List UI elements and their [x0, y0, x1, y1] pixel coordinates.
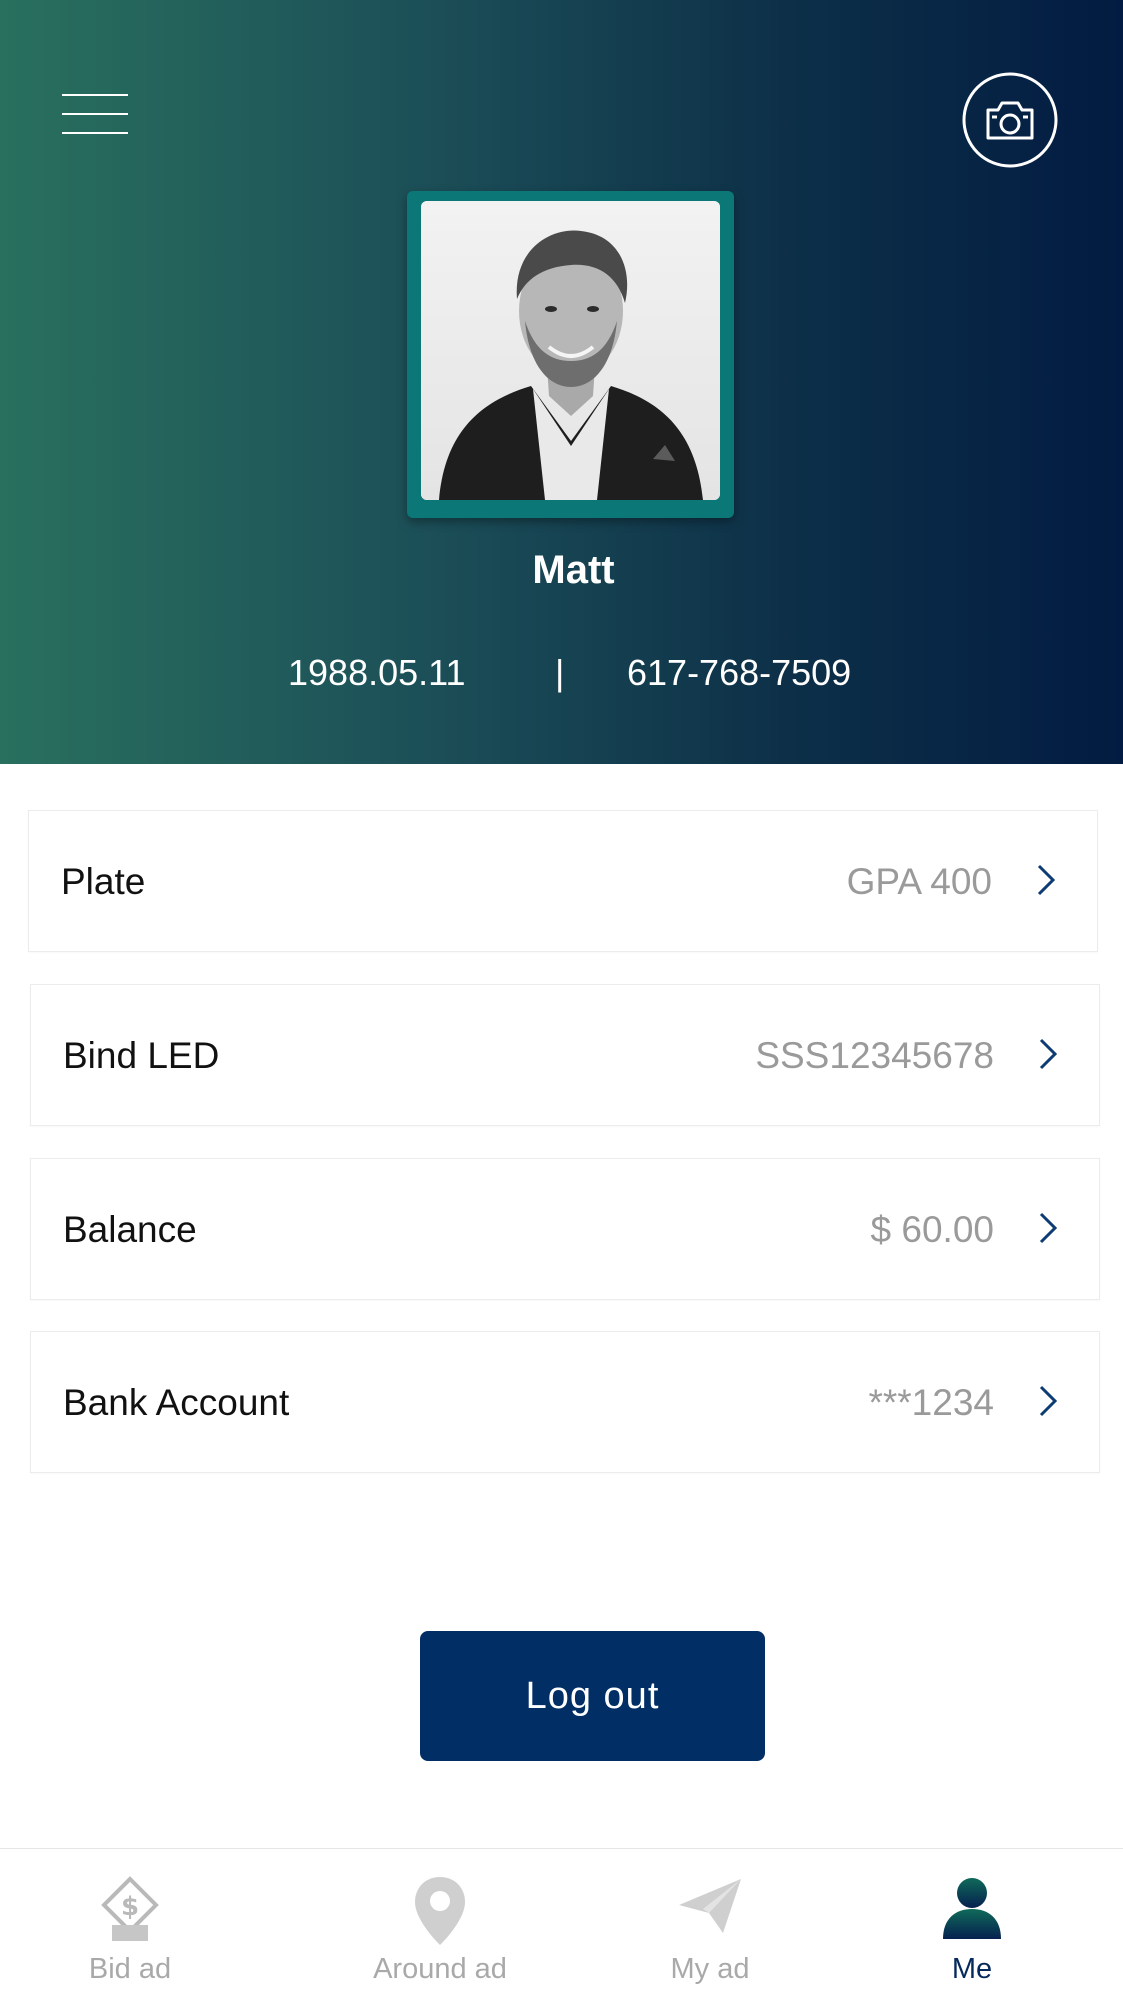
user-name: Matt — [532, 548, 615, 592]
tab-my-ad[interactable]: My ad — [600, 1849, 820, 2000]
tab-bid-ad[interactable]: $ Bid ad — [20, 1849, 240, 2000]
bank-account-row[interactable]: Bank Account ***1234 — [30, 1331, 1100, 1473]
tab-around-ad[interactable]: Around ad — [330, 1849, 550, 2000]
tab-my-ad-label: My ad — [670, 1953, 750, 1985]
birthdate-text: 1988.05.11 — [288, 652, 466, 693]
bank-account-value: ***1234 — [868, 1382, 994, 1423]
paper-plane-icon — [679, 1879, 741, 1933]
location-pin-icon — [415, 1877, 465, 1945]
chevron-right-icon — [1039, 1212, 1058, 1244]
tab-me[interactable]: Me — [862, 1849, 1082, 2000]
camera-icon — [962, 72, 1058, 168]
chevron-right-icon — [1039, 1038, 1058, 1070]
bind-led-row[interactable]: Bind LED SSS12345678 — [30, 984, 1100, 1126]
logout-button[interactable]: Log out — [420, 1631, 765, 1761]
bottom-tab-bar: $ Bid ad Around ad My ad Me — [0, 1848, 1123, 2000]
profile-header: Matt 1988.05.11 | 617-768-7509 — [0, 0, 1123, 764]
tab-me-label: Me — [951, 1953, 993, 1985]
tab-around-ad-label: Around ad — [373, 1953, 507, 1985]
avatar[interactable] — [407, 191, 734, 518]
plate-value: GPA 400 — [846, 861, 992, 902]
chevron-right-icon — [1037, 864, 1056, 896]
bank-account-label: Bank Account — [63, 1382, 290, 1423]
balance-label: Balance — [63, 1209, 197, 1250]
bind-led-value: SSS12345678 — [755, 1035, 994, 1076]
avatar-photo — [421, 201, 720, 500]
svg-text:$: $ — [121, 1892, 139, 1922]
plate-label: Plate — [61, 861, 146, 902]
person-icon — [943, 1878, 1001, 1939]
chevron-right-icon — [1039, 1385, 1058, 1417]
menu-icon[interactable] — [62, 92, 128, 136]
tab-bid-ad-label: Bid ad — [88, 1953, 172, 1985]
info-separator: | — [555, 652, 565, 693]
balance-value: $ 60.00 — [870, 1209, 994, 1250]
bid-ad-icon: $ — [101, 1876, 159, 1941]
camera-button[interactable] — [952, 62, 1068, 178]
phone-number: 617-768-7509 — [627, 652, 852, 693]
balance-row[interactable]: Balance $ 60.00 — [30, 1158, 1100, 1300]
plate-row[interactable]: Plate GPA 400 — [28, 810, 1098, 952]
bind-led-label: Bind LED — [63, 1035, 220, 1076]
